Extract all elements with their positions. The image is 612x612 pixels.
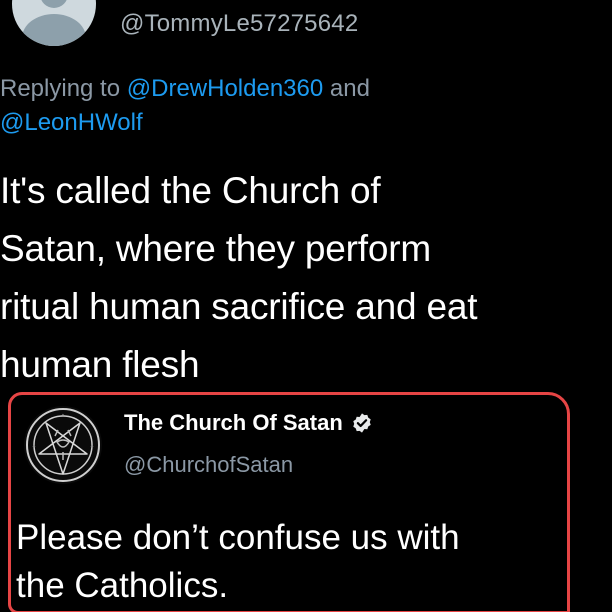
replying-to-joiner: and [323,75,370,102]
quoted-author-handle[interactable]: @ChurchofSatan [124,452,293,478]
replying-to-line: Replying to @DrewHolden360 and @LeonHWol… [0,72,600,140]
quoted-author-name[interactable]: The Church Of Satan [124,410,343,436]
svg-text:✦: ✦ [90,444,94,450]
quoted-tweet-text: Please don’t confuse us with the Catholi… [16,518,460,605]
avatar-head-shape [40,0,68,8]
tweet-author-handle[interactable]: @TommyLe57275642 [120,10,358,38]
avatar-body-shape [22,14,86,46]
svg-text:✦: ✦ [32,444,36,450]
pentagram-logo-svg: ✦ ✦ ✦ [26,408,100,482]
svg-text:✦: ✦ [61,413,65,419]
reply-mention-leonhwolf[interactable]: @LeonHWolf [0,109,143,136]
screenshot-canvas: @TommyLe57275642 Replying to @DrewHolden… [0,0,612,612]
replying-to-prefix: Replying to [0,75,127,102]
tweet-body-text: It's called the Church of Satan, where t… [0,170,478,385]
pentagram-logo-icon[interactable]: ✦ ✦ ✦ [24,406,102,484]
quoted-author-row: The Church Of Satan [124,410,373,436]
verified-badge-icon [353,413,371,433]
default-avatar-icon[interactable] [12,0,96,46]
reply-mention-drewholden[interactable]: @DrewHolden360 [127,75,323,102]
